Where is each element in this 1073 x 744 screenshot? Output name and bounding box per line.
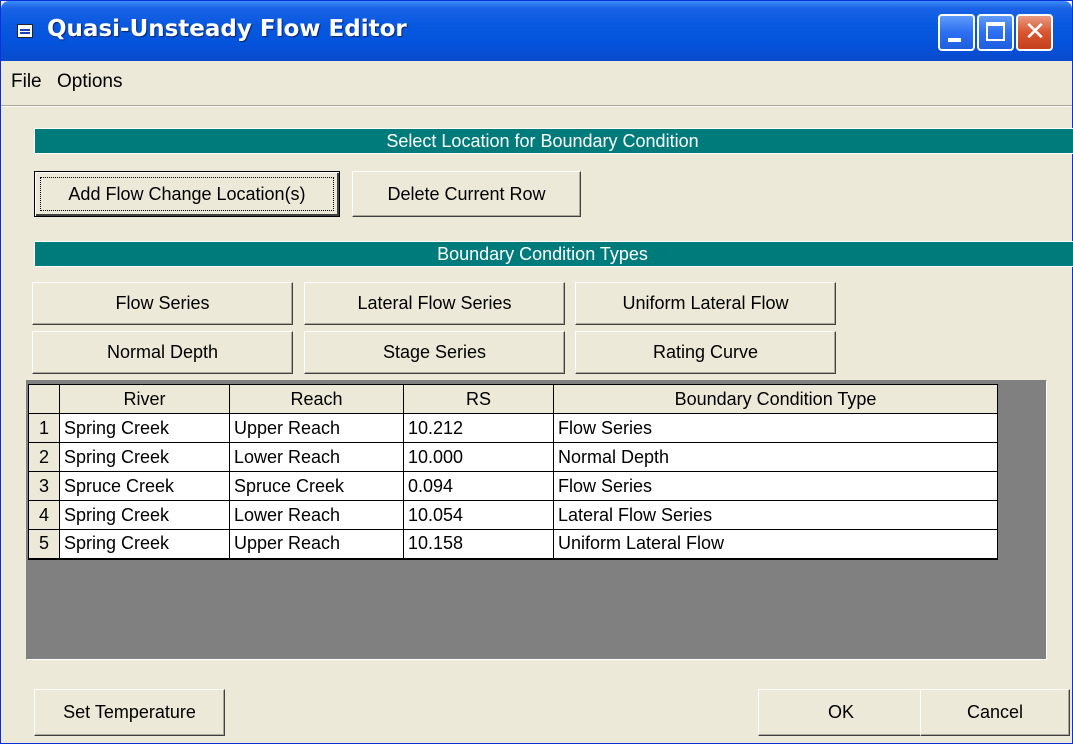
cell-rs[interactable]: 10.212 xyxy=(403,413,554,443)
cell-rs[interactable]: 10.054 xyxy=(403,500,554,530)
cell-boundary-condition-type[interactable]: Flow Series xyxy=(553,413,998,443)
cell-rs[interactable]: 10.158 xyxy=(403,529,554,560)
stage-series-button[interactable]: Stage Series xyxy=(304,331,565,374)
boundary-condition-types-header: Boundary Condition Types xyxy=(34,241,1073,267)
row-number[interactable]: 3 xyxy=(28,471,60,501)
ok-button[interactable]: OK xyxy=(758,689,924,736)
cell-boundary-condition-type[interactable]: Lateral Flow Series xyxy=(553,500,998,530)
close-button[interactable]: ✕ xyxy=(1016,14,1053,51)
menu-options[interactable]: Options xyxy=(57,71,122,93)
minimize-button[interactable] xyxy=(938,14,975,51)
table-row: 1 Spring Creek Upper Reach 10.212 Flow S… xyxy=(28,413,998,443)
table-row: 4 Spring Creek Lower Reach 10.054 Latera… xyxy=(28,500,998,530)
table-header-row: River Reach RS Boundary Condition Type xyxy=(28,384,998,414)
cell-reach[interactable]: Upper Reach xyxy=(229,529,404,560)
rating-curve-button[interactable]: Rating Curve xyxy=(575,331,836,374)
cell-boundary-condition-type[interactable]: Uniform Lateral Flow xyxy=(553,529,998,560)
cell-river[interactable]: Spring Creek xyxy=(59,529,230,560)
close-icon: ✕ xyxy=(1024,17,1046,47)
quasi-unsteady-flow-editor-window: Quasi-Unsteady Flow Editor ✕ File Option… xyxy=(0,0,1073,744)
cell-rs[interactable]: 10.000 xyxy=(403,442,554,472)
cell-river[interactable]: Spring Creek xyxy=(59,413,230,443)
cancel-button[interactable]: Cancel xyxy=(920,689,1070,736)
title-bar[interactable]: Quasi-Unsteady Flow Editor ✕ xyxy=(1,1,1072,61)
cell-reach[interactable]: Spruce Creek xyxy=(229,471,404,501)
cell-reach[interactable]: Upper Reach xyxy=(229,413,404,443)
uniform-lateral-flow-button[interactable]: Uniform Lateral Flow xyxy=(575,282,836,325)
flow-series-button[interactable]: Flow Series xyxy=(32,282,293,325)
table-row: 3 Spruce Creek Spruce Creek 0.094 Flow S… xyxy=(28,471,998,501)
cell-boundary-condition-type[interactable]: Flow Series xyxy=(553,471,998,501)
column-header-river[interactable]: River xyxy=(59,384,230,414)
row-number[interactable]: 4 xyxy=(28,500,60,530)
cell-river[interactable]: Spruce Creek xyxy=(59,471,230,501)
cell-reach[interactable]: Lower Reach xyxy=(229,442,404,472)
app-icon[interactable] xyxy=(17,24,37,40)
delete-current-row-button[interactable]: Delete Current Row xyxy=(352,171,581,217)
set-temperature-button[interactable]: Set Temperature xyxy=(34,689,225,736)
row-number[interactable]: 5 xyxy=(28,529,60,560)
column-header-reach[interactable]: Reach xyxy=(229,384,404,414)
menu-separator xyxy=(1,105,1072,107)
minimize-icon xyxy=(948,38,961,42)
corner-cell[interactable] xyxy=(28,384,60,414)
table-row: 2 Spring Creek Lower Reach 10.000 Normal… xyxy=(28,442,998,472)
table-row: 5 Spring Creek Upper Reach 10.158 Unifor… xyxy=(28,529,998,560)
normal-depth-button[interactable]: Normal Depth xyxy=(32,331,293,374)
boundary-condition-grid[interactable]: River Reach RS Boundary Condition Type 1… xyxy=(26,380,1047,660)
cell-boundary-condition-type[interactable]: Normal Depth xyxy=(553,442,998,472)
cell-river[interactable]: Spring Creek xyxy=(59,500,230,530)
menu-file[interactable]: File xyxy=(11,71,42,93)
window-title: Quasi-Unsteady Flow Editor xyxy=(47,16,407,42)
maximize-button[interactable] xyxy=(977,14,1014,51)
lateral-flow-series-button[interactable]: Lateral Flow Series xyxy=(304,282,565,325)
row-number[interactable]: 2 xyxy=(28,442,60,472)
cell-rs[interactable]: 0.094 xyxy=(403,471,554,501)
maximize-icon xyxy=(986,22,1005,41)
location-section-header: Select Location for Boundary Condition xyxy=(34,128,1073,154)
row-number[interactable]: 1 xyxy=(28,413,60,443)
cell-reach[interactable]: Lower Reach xyxy=(229,500,404,530)
add-flow-change-location-button[interactable]: Add Flow Change Location(s) xyxy=(34,171,340,217)
column-header-rs[interactable]: RS xyxy=(403,384,554,414)
boundary-condition-table: River Reach RS Boundary Condition Type 1… xyxy=(28,384,998,560)
column-header-boundary-condition-type[interactable]: Boundary Condition Type xyxy=(553,384,998,414)
cell-river[interactable]: Spring Creek xyxy=(59,442,230,472)
